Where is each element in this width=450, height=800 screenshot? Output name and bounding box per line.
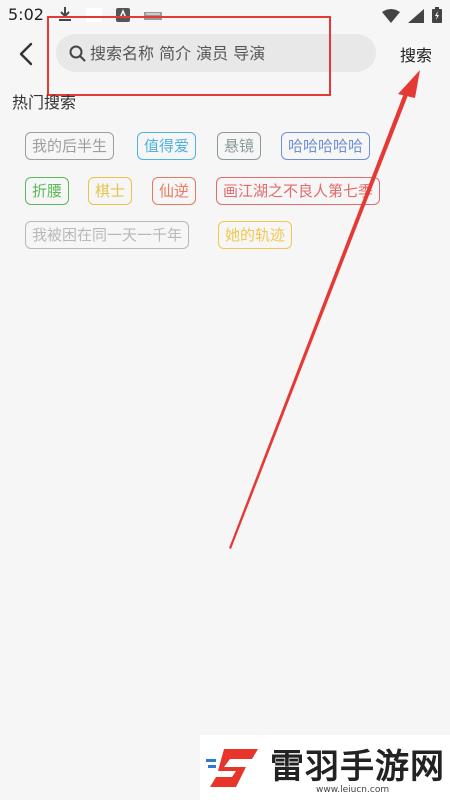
- search-submit-button[interactable]: 搜索: [400, 42, 432, 66]
- back-button[interactable]: [12, 38, 40, 70]
- search-input[interactable]: [90, 38, 376, 68]
- hot-tag[interactable]: 画江湖之不良人第七季: [216, 177, 381, 205]
- hot-tag[interactable]: 值得爱: [137, 132, 197, 160]
- status-bar: 5:02: [0, 0, 450, 30]
- search-icon: [68, 44, 86, 62]
- search-header: 搜索: [0, 30, 450, 78]
- hot-tag[interactable]: 哈哈哈哈哈: [281, 132, 371, 160]
- search-box[interactable]: [56, 34, 376, 72]
- signal-icon: [408, 8, 424, 27]
- watermark-title: 雷羽手游网: [270, 747, 445, 787]
- chevron-left-icon: [19, 42, 33, 66]
- hot-tag[interactable]: 我被困在同一天一千年: [25, 221, 190, 249]
- hot-search-title: 热门搜索: [12, 93, 77, 112]
- app-notification-icon: [116, 7, 130, 26]
- status-time: 5:02: [8, 5, 44, 24]
- blank-notification-icon: [86, 7, 102, 26]
- download-icon: [58, 6, 72, 26]
- watermark-logo-icon: [206, 749, 258, 787]
- hot-tag[interactable]: 棋士: [88, 177, 133, 205]
- site-watermark: 雷羽手游网 www.leiucn.com: [200, 735, 450, 800]
- watermark-url: www.leiucn.com: [316, 785, 390, 795]
- hot-search-tags: 我的后半生 值得爱 悬镜 哈哈哈哈哈 折腰 棋士 仙逆 画江湖之不良人第七季 我…: [0, 118, 450, 268]
- hot-tag[interactable]: 我的后半生: [25, 132, 115, 160]
- wifi-icon: [382, 8, 400, 27]
- search-screen: 5:02 搜索名称 简介 演员 导演 搜索 热门搜索 我的后半生 值得爱 悬镜 …: [0, 0, 450, 800]
- hot-tag[interactable]: 她的轨迹: [218, 221, 293, 249]
- system-icons: [382, 7, 442, 27]
- hot-tag[interactable]: 仙逆: [152, 177, 197, 205]
- notification-icons: [58, 6, 162, 26]
- battery-icon: [432, 7, 442, 27]
- hot-tag[interactable]: 悬镜: [217, 132, 262, 160]
- news-notification-icon: [144, 7, 162, 26]
- hot-tag[interactable]: 折腰: [25, 177, 70, 205]
